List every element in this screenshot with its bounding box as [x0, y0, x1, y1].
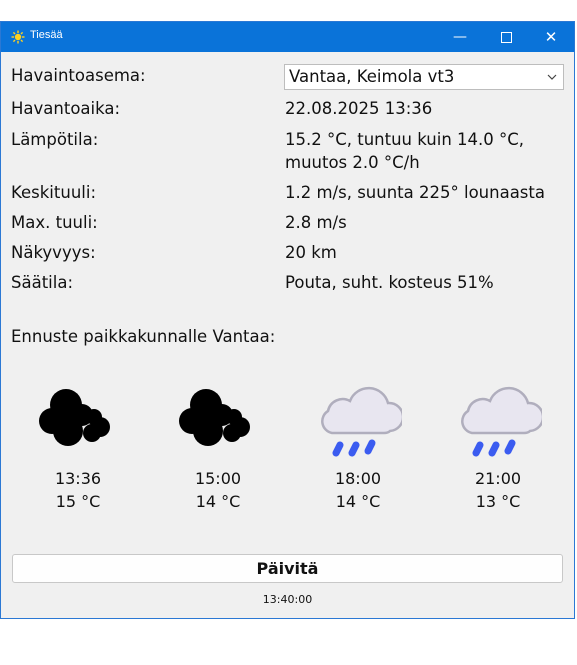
- forecast-time: 15:00: [194, 469, 242, 488]
- weather-label: Säätila:: [11, 273, 74, 292]
- sun-icon: [11, 30, 25, 44]
- station-select-value: Vantaa, Keimola vt3: [289, 67, 455, 86]
- visibility-value: 20 km: [285, 243, 337, 262]
- broken-cloud-icon: [179, 389, 250, 446]
- forecast-time: 21:00: [474, 469, 522, 488]
- mean-wind-value: 1.2 m/s, suunta 225° lounaasta: [285, 183, 545, 202]
- app-window: Tiesää — ✕ Havaintoasema: Vantaa, Keimol…: [0, 21, 575, 619]
- rain-cloud-icon: [321, 386, 402, 457]
- maximize-button[interactable]: [483, 22, 529, 52]
- forecast-temp: 15 °C: [55, 492, 101, 511]
- close-icon: ✕: [544, 28, 558, 46]
- refresh-button[interactable]: Päivitä: [12, 554, 563, 583]
- station-label: Havaintoasema:: [11, 66, 146, 85]
- temperature-change-value: muutos 2.0 °C/h: [285, 153, 420, 172]
- forecast-time: 18:00: [334, 469, 382, 488]
- forecast-item: 13:36 15 °C: [8, 367, 148, 527]
- visibility-label: Näkyvyys:: [11, 243, 96, 262]
- last-updated-time: 13:40:00: [262, 593, 313, 606]
- forecast-temp: 13 °C: [475, 492, 521, 511]
- chevron-down-icon: [547, 74, 557, 80]
- forecast-temp: 14 °C: [195, 492, 241, 511]
- forecast-item: 21:00 13 °C: [428, 367, 568, 527]
- rain-cloud-icon: [461, 386, 542, 457]
- minimize-icon: —: [453, 29, 467, 45]
- forecast-item: 15:00 14 °C: [148, 367, 288, 527]
- observation-time-label: Havantoaika:: [11, 99, 121, 118]
- max-wind-label: Max. tuuli:: [11, 213, 98, 232]
- temperature-label: Lämpötila:: [11, 130, 99, 149]
- forecast-time: 13:36: [54, 469, 102, 488]
- mean-wind-label: Keskituuli:: [11, 183, 96, 202]
- max-wind-value: 2.8 m/s: [285, 213, 347, 232]
- forecast-title: Ennuste paikkakunnalle Vantaa:: [11, 327, 276, 346]
- title-bar[interactable]: Tiesää — ✕: [1, 22, 574, 52]
- observation-time-value: 22.08.2025 13:36: [285, 99, 433, 118]
- station-select[interactable]: Vantaa, Keimola vt3: [284, 64, 564, 90]
- minimize-button[interactable]: —: [437, 22, 483, 52]
- broken-cloud-icon: [39, 389, 110, 446]
- maximize-icon: [500, 31, 512, 43]
- close-button[interactable]: ✕: [528, 22, 574, 52]
- window-title: Tiesää: [30, 29, 63, 41]
- temperature-value: 15.2 °C, tuntuu kuin 14.0 °C,: [285, 130, 525, 149]
- forecast-temp: 14 °C: [335, 492, 381, 511]
- forecast-item: 18:00 14 °C: [288, 367, 428, 527]
- weather-value: Pouta, suht. kosteus 51%: [285, 273, 494, 292]
